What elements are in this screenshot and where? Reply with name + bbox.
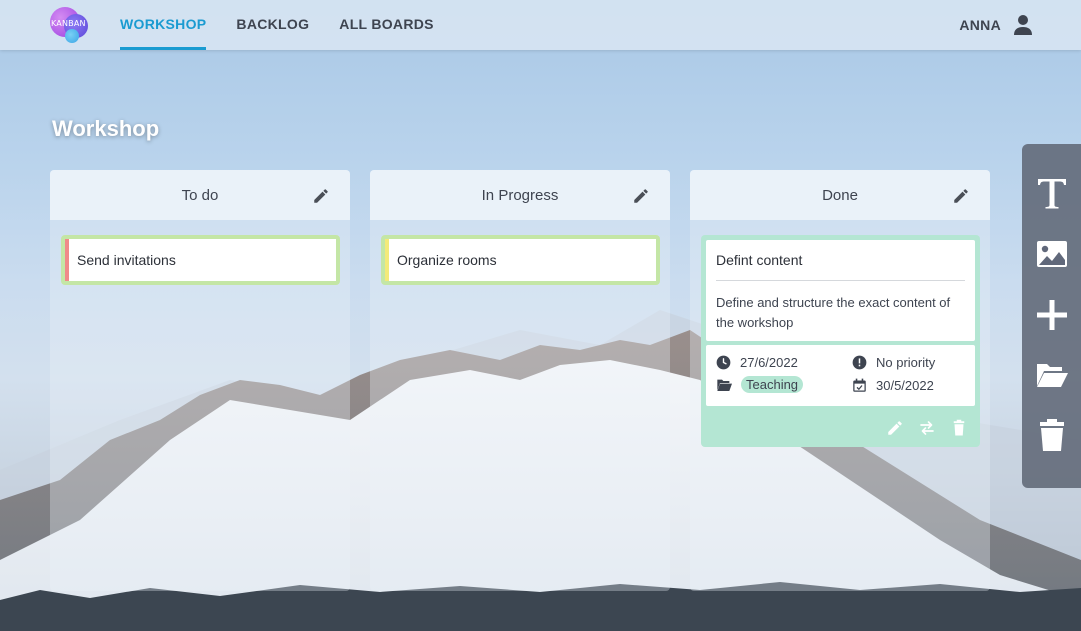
board-title: Workshop — [52, 116, 160, 141]
card-title: Send invitations — [77, 252, 176, 268]
card-due-date: 30/5/2022 — [852, 378, 934, 393]
edit-column-icon[interactable] — [632, 187, 650, 205]
folder-open-icon — [717, 379, 732, 391]
edit-card-icon[interactable] — [886, 419, 904, 437]
edit-column-icon[interactable] — [312, 187, 330, 205]
column-in-progress: In Progress Organize rooms — [370, 170, 670, 591]
card-actions — [886, 419, 968, 437]
card[interactable]: Organize rooms — [381, 235, 660, 285]
card-expanded[interactable]: Defint content Define and structure the … — [701, 235, 980, 447]
user-name: ANNA — [959, 17, 1001, 33]
card-color-stripe — [385, 239, 389, 281]
card[interactable]: Send invitations — [61, 235, 340, 285]
top-navigation-bar: KANBAN WORKSHOP BACKLOG ALL BOARDS ANNA — [0, 0, 1081, 50]
nav-workshop[interactable]: WORKSHOP — [120, 0, 207, 50]
user-menu[interactable]: ANNA — [959, 0, 1033, 50]
priority-alert-icon — [852, 355, 867, 370]
card-created-date: 27/6/2022 — [716, 355, 798, 370]
column-title: In Progress — [481, 186, 559, 204]
card-body: Defint content Define and structure the … — [706, 240, 975, 341]
delete-card-icon[interactable] — [950, 419, 968, 437]
kanban-logo[interactable]: KANBAN — [50, 5, 92, 45]
user-icon[interactable] — [1013, 14, 1033, 36]
nav-all-boards[interactable]: ALL BOARDS — [339, 0, 434, 50]
column-header: Done — [690, 170, 990, 220]
calendar-icon — [853, 378, 866, 392]
column-to-do: To do Send invitations — [50, 170, 350, 591]
due-date-text: 30/5/2022 — [876, 378, 934, 393]
main-nav: WORKSHOP BACKLOG ALL BOARDS — [120, 0, 434, 50]
card-title: Organize rooms — [397, 252, 497, 268]
priority-text: No priority — [876, 355, 936, 370]
card-category: Teaching — [716, 376, 804, 393]
column-header: To do — [50, 170, 350, 220]
column-title: To do — [181, 186, 219, 204]
trash-icon[interactable] — [1035, 418, 1069, 452]
card-color-stripe — [65, 239, 69, 281]
logo-text: KANBAN — [51, 19, 86, 28]
card-priority: No priority — [852, 355, 935, 370]
move-card-icon[interactable] — [918, 419, 936, 437]
side-toolbar — [1022, 144, 1081, 488]
image-tool-icon[interactable] — [1035, 237, 1069, 271]
column-header: In Progress — [370, 170, 670, 220]
card-title: Defint content — [716, 252, 803, 268]
logo-circle — [65, 29, 79, 43]
edit-column-icon[interactable] — [952, 187, 970, 205]
card-divider — [716, 280, 965, 281]
created-date-text: 27/6/2022 — [740, 355, 798, 370]
nav-backlog[interactable]: BACKLOG — [236, 0, 309, 50]
column-done: Done Defint content Define and structure… — [690, 170, 990, 591]
card-meta: 27/6/2022 No priority Teaching 30/5/2022 — [706, 345, 975, 406]
category-tag[interactable]: Teaching — [741, 376, 804, 393]
add-icon[interactable] — [1035, 298, 1069, 332]
clock-icon — [716, 355, 731, 370]
text-tool-icon[interactable] — [1035, 176, 1069, 210]
column-title: Done — [822, 186, 858, 204]
folder-open-icon[interactable] — [1035, 358, 1069, 392]
card-description: Define and structure the exact content o… — [716, 295, 951, 330]
